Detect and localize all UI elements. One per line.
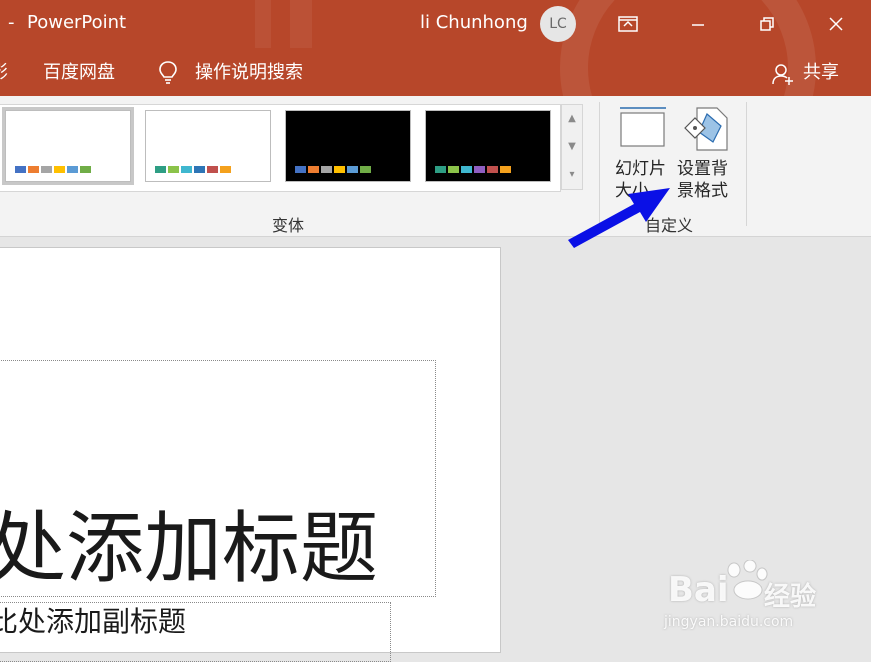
title-placeholder-text: 处添加标题 (0, 504, 379, 594)
group-separator (746, 102, 747, 226)
variant-color-swatches (15, 166, 91, 173)
color-swatch (67, 166, 78, 173)
ribbon-tab-bar: 影 百度网盘 操作说明搜索 共享 (0, 48, 871, 96)
color-swatch (487, 166, 498, 173)
color-swatch (15, 166, 26, 173)
color-swatch (168, 166, 179, 173)
color-swatch (295, 166, 306, 173)
annotation-arrow (568, 188, 670, 248)
variant-thumbnail[interactable] (2, 107, 134, 185)
color-swatch (334, 166, 345, 173)
close-icon (829, 17, 843, 31)
variant-thumbnail[interactable] (425, 110, 551, 182)
app-title: PowerPoint (27, 12, 127, 33)
variants-gallery (0, 104, 561, 192)
color-swatch (155, 166, 166, 173)
ribbon: ▲ ▼ ▾ 变体 幻灯片 大小 设置背 景格式 自定义 (0, 96, 871, 322)
color-swatch (28, 166, 39, 173)
tab-baidu-netdisk[interactable]: 百度网盘 (43, 61, 115, 85)
color-swatch (41, 166, 52, 173)
variants-group-label: 变体 (272, 216, 305, 235)
minimize-button[interactable] (674, 0, 722, 48)
color-swatch (207, 166, 218, 173)
baidu-jingyan-watermark: Bai 经验 jingyan.baidu.com (660, 560, 860, 640)
variant-thumbnail[interactable] (285, 110, 411, 182)
color-swatch (474, 166, 485, 173)
color-swatch (80, 166, 91, 173)
variant-thumbnail[interactable] (145, 110, 271, 182)
color-swatch (461, 166, 472, 173)
title-bar: - PowerPoint li Chunhong LC (0, 0, 871, 48)
restore-button[interactable] (743, 0, 791, 48)
color-swatch (194, 166, 205, 173)
format-background-icon (683, 106, 729, 156)
gallery-scroll-down[interactable]: ▼ (562, 133, 582, 161)
tell-me-search[interactable]: 操作说明搜索 (195, 61, 303, 85)
color-swatch (308, 166, 319, 173)
ribbon-display-options-button[interactable] (604, 0, 652, 48)
title-dash: - (8, 12, 15, 33)
lightbulb-icon (158, 60, 178, 90)
minimize-icon (692, 24, 704, 26)
subtitle-placeholder-text: 比处添加副标题 (0, 605, 187, 638)
color-swatch (500, 166, 511, 173)
color-swatch (321, 166, 332, 173)
avatar[interactable]: LC (540, 6, 576, 42)
slide-size-icon (618, 104, 668, 152)
user-name[interactable]: li Chunhong (420, 11, 528, 35)
color-swatch (220, 166, 231, 173)
restore-icon (760, 17, 774, 31)
share-button[interactable]: 共享 (803, 61, 839, 85)
color-swatch (181, 166, 192, 173)
gallery-scroll-up[interactable]: ▲ (562, 105, 582, 133)
color-swatch (347, 166, 358, 173)
title-decoration-bar (255, 0, 271, 48)
tab-partial[interactable]: 影 (0, 61, 8, 85)
close-button[interactable] (812, 0, 860, 48)
color-swatch (435, 166, 446, 173)
ribbon-display-icon (618, 16, 638, 32)
share-person-icon (772, 63, 794, 89)
color-swatch (54, 166, 65, 173)
variant-color-swatches (435, 166, 511, 173)
watermark-brand-suffix: 经验 (764, 582, 817, 612)
variant-color-swatches (155, 166, 231, 173)
color-swatch (448, 166, 459, 173)
watermark-url: jingyan.baidu.com (664, 614, 794, 630)
watermark-brand: Bai (668, 570, 729, 610)
variant-color-swatches (295, 166, 371, 173)
slide-canvas[interactable]: 处添加标题 比处添加副标题 (0, 247, 501, 662)
color-swatch (360, 166, 371, 173)
title-decoration-bar (290, 0, 312, 48)
